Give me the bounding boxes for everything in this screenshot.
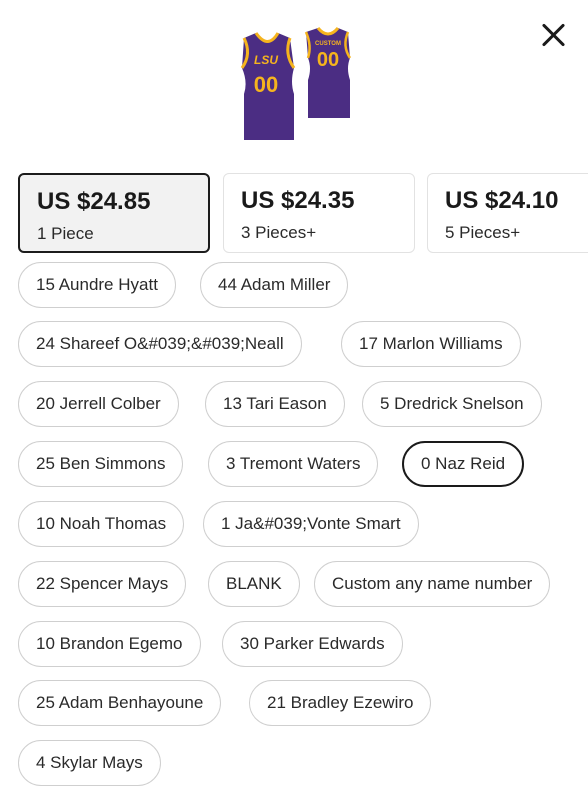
option-chip[interactable]: 22 Spencer Mays	[18, 561, 187, 607]
price-tier-price: US $24.85	[37, 188, 151, 215]
price-tier-2[interactable]: US $24.35 3 Pieces+	[223, 173, 415, 253]
price-tier-price: US $24.35	[241, 187, 355, 214]
price-tier-1[interactable]: US $24.85 1 Piece	[18, 173, 210, 253]
option-chip-selected[interactable]: 0 Naz Reid	[402, 441, 525, 487]
close-icon[interactable]	[536, 18, 570, 52]
jersey-back-number: 00	[317, 49, 339, 71]
option-chip[interactable]: 25 Adam Benhayoune	[18, 680, 222, 726]
option-chip[interactable]: 20 Jerrell Colber	[18, 381, 179, 427]
option-chip[interactable]: 3 Tremont Waters	[208, 441, 379, 487]
price-tier-qty: 3 Pieces+	[241, 223, 317, 242]
option-chip[interactable]: 30 Parker Edwards	[222, 621, 403, 667]
jersey-back-text: CUSTOM	[315, 41, 341, 47]
jersey-front-number: 00	[254, 72, 278, 97]
option-chip[interactable]: 13 Tari Eason	[205, 381, 345, 427]
price-tier-list: US $24.85 1 Piece US $24.35 3 Pieces+ US…	[18, 173, 588, 255]
option-chip[interactable]: Custom any name number	[314, 561, 551, 607]
option-chip[interactable]: 10 Brandon Egemo	[18, 621, 201, 667]
jersey-image: CUSTOM 00 LSU 00	[240, 26, 352, 140]
jersey-front: LSU 00	[240, 32, 296, 140]
price-tier-3[interactable]: US $24.10 5 Pieces+	[427, 173, 588, 253]
option-chip[interactable]: 15 Aundre Hyatt	[18, 262, 176, 308]
jersey-back: CUSTOM 00	[304, 26, 352, 118]
option-chip[interactable]: 1 Ja&#039;Vonte Smart	[203, 501, 419, 547]
option-chip[interactable]: 4 Skylar Mays	[18, 740, 161, 786]
option-chip[interactable]: 17 Marlon Williams	[341, 321, 521, 367]
option-chip[interactable]: 5 Dredrick Snelson	[362, 381, 542, 427]
price-tier-qty: 5 Pieces+	[445, 223, 521, 242]
price-tier-qty: 1 Piece	[37, 224, 94, 243]
option-chip[interactable]: 44 Adam Miller	[200, 262, 349, 308]
option-chip[interactable]: 25 Ben Simmons	[18, 441, 184, 487]
option-chip[interactable]: 24 Shareef O&#039;&#039;Neall	[18, 321, 302, 367]
price-tier-price: US $24.10	[445, 187, 559, 214]
option-chip[interactable]: 21 Bradley Ezewiro	[249, 680, 432, 726]
option-chip[interactable]: 10 Noah Thomas	[18, 501, 185, 547]
option-chip[interactable]: BLANK	[208, 561, 300, 607]
jersey-front-text: LSU	[254, 53, 278, 67]
